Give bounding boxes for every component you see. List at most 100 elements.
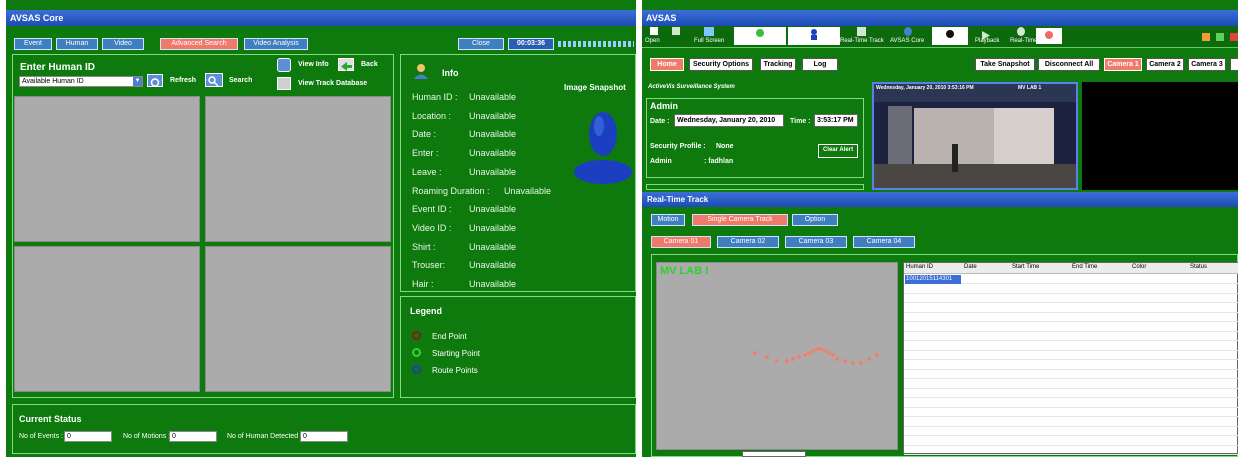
- table-column-header[interactable]: Color: [1132, 264, 1146, 270]
- table-row[interactable]: [904, 380, 1238, 389]
- camera-02-tab[interactable]: Camera 02: [717, 236, 779, 248]
- open-icon[interactable]: [650, 27, 658, 35]
- table-row[interactable]: [904, 389, 1238, 398]
- table-row[interactable]: [904, 351, 1238, 360]
- chevron-down-icon[interactable]: ▼: [133, 77, 142, 86]
- playback-icon[interactable]: [982, 27, 990, 40]
- camera-feed-2[interactable]: [1082, 82, 1238, 190]
- video-slot-4[interactable]: [205, 246, 391, 392]
- camera-04-tab[interactable]: Camera 04: [853, 236, 915, 248]
- table-row[interactable]: [904, 313, 1238, 322]
- table-row[interactable]: [904, 342, 1238, 351]
- person-icon[interactable]: [672, 27, 680, 35]
- table-row[interactable]: [904, 370, 1238, 379]
- table-column-header[interactable]: Date: [964, 264, 977, 270]
- table-row[interactable]: [904, 285, 1238, 294]
- table-row[interactable]: 10012015114301: [904, 275, 1238, 284]
- full-screen-button[interactable]: Full Screen: [694, 38, 724, 44]
- video-analysis-tab[interactable]: Video Analysis: [244, 38, 308, 50]
- table-row[interactable]: [904, 304, 1238, 313]
- video-tab[interactable]: Video: [102, 38, 144, 50]
- video-slot-2[interactable]: [205, 96, 391, 242]
- admin-user-value: : fadhlan: [704, 158, 734, 165]
- route-point: [843, 359, 847, 363]
- table-row[interactable]: [904, 427, 1238, 436]
- view-info-button[interactable]: View Info: [298, 61, 329, 68]
- download-icon[interactable]: [1216, 33, 1224, 41]
- human-id-select[interactable]: Available Human ID ▼: [19, 76, 143, 87]
- single-camera-track-tab[interactable]: Single Camera Track: [692, 214, 788, 226]
- table-column-header[interactable]: End Time: [1072, 264, 1097, 270]
- track-canvas[interactable]: MV LAB I: [656, 262, 898, 450]
- search-button[interactable]: Search: [229, 77, 252, 84]
- avsas-core-button[interactable]: AVSAS Core: [890, 38, 924, 44]
- motion-tab[interactable]: Motion: [651, 214, 685, 226]
- security-options-button[interactable]: Security Options: [689, 58, 753, 71]
- route-point: [775, 359, 779, 363]
- disconnect-all-button[interactable]: Disconnect All: [1038, 58, 1100, 71]
- home-button[interactable]: Home: [650, 58, 684, 71]
- table-row[interactable]: [904, 437, 1238, 446]
- track-bottom-button[interactable]: [742, 451, 806, 457]
- option-tab[interactable]: Option: [792, 214, 838, 226]
- log-button[interactable]: Log: [802, 58, 838, 71]
- open-button[interactable]: Open: [645, 38, 660, 44]
- table-row[interactable]: [904, 446, 1238, 455]
- camera-1-tab[interactable]: Camera 1: [1104, 58, 1142, 71]
- full-screen-icon[interactable]: [704, 27, 714, 36]
- table-column-header[interactable]: Status: [1190, 264, 1207, 270]
- close-button[interactable]: Close: [458, 38, 504, 50]
- route-point: [831, 353, 835, 357]
- admin-lower-panel: [646, 184, 864, 190]
- info-field-value: Unavailable: [469, 110, 517, 121]
- camera-03-tab[interactable]: Camera 03: [785, 236, 847, 248]
- date-label: Date :: [650, 118, 670, 125]
- track-icon[interactable]: [857, 27, 866, 36]
- table-column-header[interactable]: Human ID: [906, 264, 933, 270]
- table-row[interactable]: [904, 294, 1238, 303]
- advanced-search-tab[interactable]: Advanced Search: [160, 38, 238, 50]
- real-time-icon[interactable]: [1017, 27, 1025, 36]
- date-value: Wednesday, January 20, 2010: [674, 114, 784, 127]
- real-time-button[interactable]: Real-Time: [1010, 38, 1037, 44]
- back-arrow-icon[interactable]: [338, 58, 354, 71]
- table-row[interactable]: [904, 323, 1238, 332]
- info-field-value: Unavailable: [469, 129, 517, 140]
- table-row[interactable]: [904, 332, 1238, 341]
- close-icon[interactable]: [1230, 33, 1238, 41]
- refresh-icon[interactable]: [147, 74, 163, 87]
- view-info-icon[interactable]: [277, 58, 291, 72]
- clear-alert-button[interactable]: Clear Alert: [818, 144, 858, 158]
- camera-more-tab[interactable]: [1230, 58, 1238, 71]
- database-icon[interactable]: [277, 77, 291, 90]
- table-row[interactable]: [904, 361, 1238, 370]
- video-slot-1[interactable]: [14, 96, 200, 242]
- table-column-header[interactable]: Start Time: [1012, 264, 1039, 270]
- video-slot-3[interactable]: [14, 246, 200, 392]
- minimize-icon[interactable]: [1202, 33, 1210, 41]
- playback-button[interactable]: Playback: [975, 38, 999, 44]
- table-row[interactable]: [904, 399, 1238, 408]
- camera-01-tab[interactable]: Camera 01: [651, 236, 711, 248]
- events-count: 0: [64, 431, 112, 442]
- info-field-label: Hair :: [412, 279, 434, 289]
- back-button[interactable]: Back: [361, 61, 378, 68]
- refresh-button[interactable]: Refresh: [170, 77, 196, 84]
- search-icon[interactable]: [205, 73, 223, 87]
- human-tab[interactable]: Human: [56, 38, 98, 50]
- table-row[interactable]: [904, 418, 1238, 427]
- human-id-cell[interactable]: 10012015114301: [905, 275, 961, 284]
- event-tab[interactable]: Event: [14, 38, 52, 50]
- view-track-db-button[interactable]: View Track Database: [298, 80, 367, 87]
- info-field-value: Unavailable: [469, 260, 517, 271]
- table-row[interactable]: [904, 408, 1238, 417]
- take-snapshot-button[interactable]: Take Snapshot: [975, 58, 1035, 71]
- real-time-track-button[interactable]: Real-Time Track: [840, 38, 884, 44]
- core-icon[interactable]: [904, 27, 912, 36]
- camera-feed[interactable]: Wednesday, January 20, 2010 3:53:16 PM M…: [872, 82, 1078, 190]
- admin-heading: Admin: [650, 101, 678, 111]
- human-id-select-value: Available Human ID: [22, 78, 84, 85]
- camera-2-tab[interactable]: Camera 2: [1146, 58, 1184, 71]
- tracking-button[interactable]: Tracking: [760, 58, 796, 71]
- camera-3-tab[interactable]: Camera 3: [1188, 58, 1226, 71]
